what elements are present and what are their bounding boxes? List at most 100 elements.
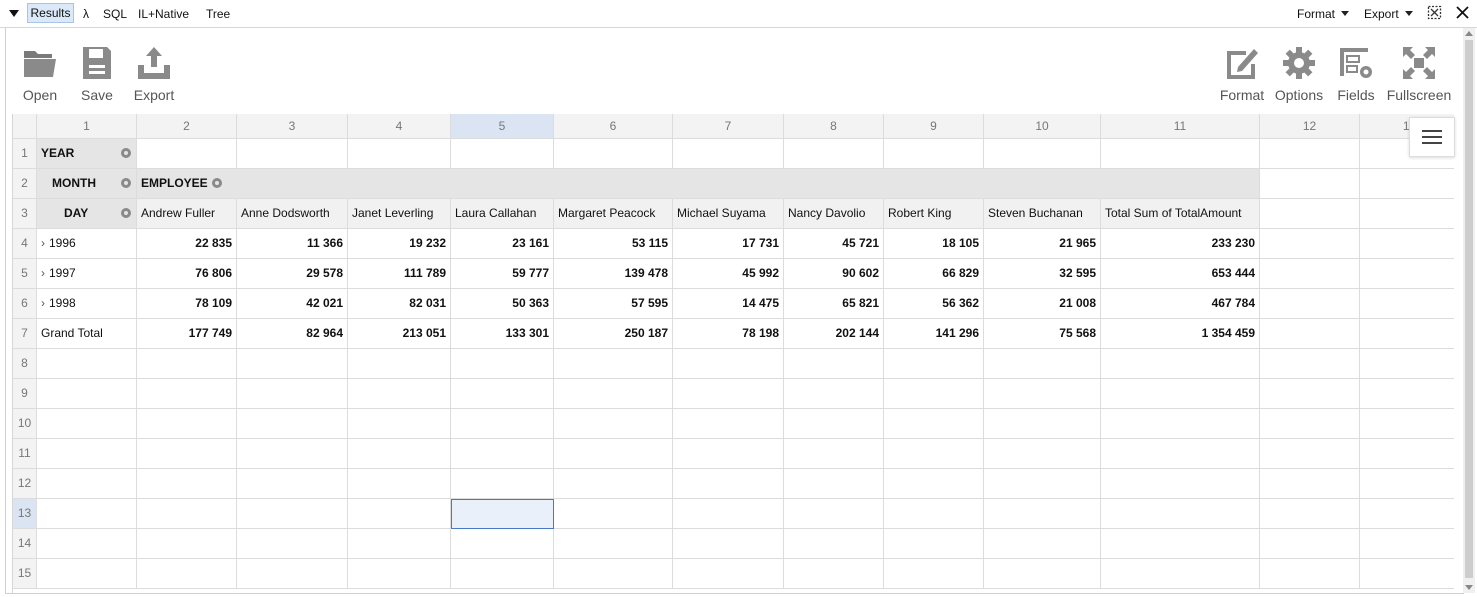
grid-cell[interactable]: [884, 349, 984, 379]
expand-chevron-icon[interactable]: ›: [41, 289, 45, 318]
grid-cell[interactable]: [673, 559, 784, 589]
data-cell[interactable]: 65 821: [784, 289, 884, 319]
undock-icon[interactable]: [1427, 5, 1442, 20]
grid-cell[interactable]: [673, 139, 784, 169]
grid-cell[interactable]: [554, 469, 673, 499]
data-cell[interactable]: 17 731: [673, 229, 784, 259]
data-cell[interactable]: 22 835: [137, 229, 237, 259]
grid-cell[interactable]: [1260, 199, 1360, 229]
grid-menu-button[interactable]: [1409, 117, 1455, 157]
data-cell[interactable]: 56 362: [884, 289, 984, 319]
grid-cell[interactable]: [37, 379, 137, 409]
grid-cell[interactable]: [137, 409, 237, 439]
grid-cell[interactable]: [1260, 409, 1360, 439]
grid-cell[interactable]: [1360, 259, 1454, 289]
grid-cell[interactable]: [237, 559, 348, 589]
data-cell[interactable]: 467 784: [1101, 289, 1260, 319]
grid-cell[interactable]: [884, 529, 984, 559]
grid-cell[interactable]: [1360, 349, 1454, 379]
grid-cell[interactable]: [1260, 229, 1360, 259]
grid-cell[interactable]: [673, 469, 784, 499]
scroll-up-arrow-icon[interactable]: [1465, 31, 1473, 36]
employee-column-header[interactable]: Total Sum of TotalAmount: [1101, 199, 1260, 229]
grid-cell[interactable]: [1260, 469, 1360, 499]
employee-column-header[interactable]: Anne Dodsworth: [237, 199, 348, 229]
grid-cell[interactable]: [137, 499, 237, 529]
field-settings-icon[interactable]: [121, 178, 131, 188]
grid-cell[interactable]: [984, 559, 1101, 589]
grid-cell[interactable]: [348, 469, 451, 499]
column-header[interactable]: 6: [554, 114, 673, 139]
row-header[interactable]: 15: [13, 559, 37, 589]
grid-cell[interactable]: [1360, 559, 1454, 589]
export-dropdown[interactable]: Export: [1364, 6, 1413, 22]
grid-cell[interactable]: [237, 529, 348, 559]
employee-column-header[interactable]: Robert King: [884, 199, 984, 229]
data-cell[interactable]: 139 478: [554, 259, 673, 289]
year-row-header[interactable]: Grand Total: [37, 319, 137, 349]
row-header[interactable]: 2: [13, 169, 37, 199]
grid-cell[interactable]: [1101, 379, 1260, 409]
row-header[interactable]: 4: [13, 229, 37, 259]
data-cell[interactable]: 82 964: [237, 319, 348, 349]
data-cell[interactable]: 32 595: [984, 259, 1101, 289]
grid-cell[interactable]: [37, 439, 137, 469]
grid-cell[interactable]: [784, 439, 884, 469]
grid-cell[interactable]: [673, 409, 784, 439]
grid-cell[interactable]: [451, 349, 554, 379]
grid-cell[interactable]: [984, 379, 1101, 409]
grid-cell[interactable]: [451, 469, 554, 499]
grid-cell[interactable]: [884, 499, 984, 529]
grid-cell[interactable]: [784, 379, 884, 409]
employee-column-header[interactable]: Michael Suyama: [673, 199, 784, 229]
grid-cell[interactable]: [984, 349, 1101, 379]
data-cell[interactable]: 202 144: [784, 319, 884, 349]
vertical-scrollbar[interactable]: [1463, 28, 1475, 593]
data-cell[interactable]: 75 568: [984, 319, 1101, 349]
column-header[interactable]: 2: [137, 114, 237, 139]
grid-cell[interactable]: [1260, 169, 1360, 199]
grid-cell[interactable]: [237, 499, 348, 529]
format-button[interactable]: Format: [1212, 45, 1272, 125]
grid-cell[interactable]: [37, 499, 137, 529]
grid-cell[interactable]: [1360, 529, 1454, 559]
grid-cell[interactable]: [137, 379, 237, 409]
row-header[interactable]: 13: [13, 499, 37, 529]
data-cell[interactable]: 11 366: [237, 229, 348, 259]
grid-cell[interactable]: [137, 439, 237, 469]
scroll-thumb[interactable]: [1465, 40, 1473, 578]
grid-cell[interactable]: [984, 469, 1101, 499]
grid-cell[interactable]: [1260, 439, 1360, 469]
column-header[interactable]: 1: [37, 114, 137, 139]
scroll-down-arrow-icon[interactable]: [1465, 585, 1473, 590]
grid-cell[interactable]: [1260, 139, 1360, 169]
fullscreen-button[interactable]: Fullscreen: [1387, 45, 1451, 125]
row-header[interactable]: 7: [13, 319, 37, 349]
data-cell[interactable]: 111 789: [348, 259, 451, 289]
data-cell[interactable]: 141 296: [884, 319, 984, 349]
grid-cell[interactable]: [784, 349, 884, 379]
grid-cell[interactable]: [984, 139, 1101, 169]
field-settings-icon[interactable]: [121, 148, 131, 158]
data-cell[interactable]: 90 602: [784, 259, 884, 289]
grid-cell[interactable]: [348, 349, 451, 379]
close-icon[interactable]: [1456, 6, 1469, 19]
grid-cell[interactable]: [237, 409, 348, 439]
grid-cell[interactable]: [673, 349, 784, 379]
collapse-triangle-icon[interactable]: [9, 10, 19, 17]
column-header[interactable]: 5: [451, 114, 554, 139]
grid-cell[interactable]: [451, 529, 554, 559]
fields-button[interactable]: Fields: [1326, 45, 1386, 125]
data-cell[interactable]: 45 721: [784, 229, 884, 259]
year-row-header[interactable]: › 1998: [37, 289, 137, 319]
data-cell[interactable]: 19 232: [348, 229, 451, 259]
row-header[interactable]: 11: [13, 439, 37, 469]
tab-lambda[interactable]: λ: [83, 6, 89, 22]
grid-cell[interactable]: [348, 529, 451, 559]
tab-il-native[interactable]: IL+Native: [138, 6, 189, 22]
grid-cell[interactable]: [348, 559, 451, 589]
grid-cell[interactable]: [884, 139, 984, 169]
grid-cell[interactable]: [673, 379, 784, 409]
tab-results[interactable]: Results: [27, 3, 74, 23]
grid-cell[interactable]: [784, 529, 884, 559]
